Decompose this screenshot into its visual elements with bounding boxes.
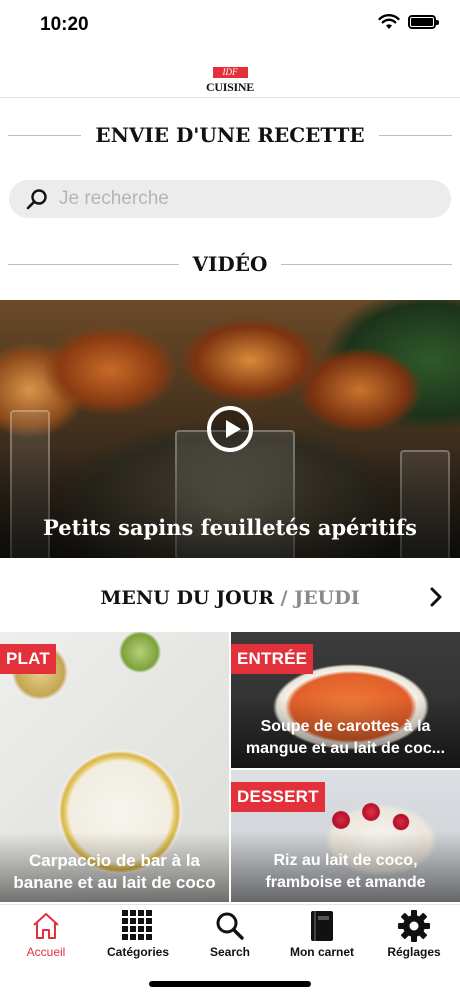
tab-categories[interactable]: Catégories bbox=[92, 909, 184, 965]
divider-line bbox=[8, 134, 82, 136]
menu-day: JEUDI bbox=[294, 587, 360, 609]
recipe-section-heading: ENVIE D'UNE RECETTE bbox=[0, 120, 460, 150]
tab-label: Catégories bbox=[106, 945, 170, 959]
video-shade bbox=[0, 448, 460, 558]
tab-label: Accueil bbox=[26, 945, 66, 959]
video-section-heading: VIDÉO bbox=[0, 249, 460, 279]
video-title[interactable]: Petits sapins feuilletés apéritifs bbox=[0, 515, 460, 540]
menu-separator: / bbox=[274, 587, 295, 609]
tab-label: Réglages bbox=[387, 945, 441, 959]
tab-label: Search bbox=[209, 945, 251, 959]
menu-card-plat[interactable]: PLAT Carpaccio de bar à la banane et au … bbox=[0, 632, 229, 902]
divider-line bbox=[281, 263, 453, 265]
tab-search[interactable]: Search bbox=[184, 909, 276, 965]
app-header: IDF CUISINE bbox=[0, 50, 460, 98]
tab-mon-carnet[interactable]: Mon carnet bbox=[276, 909, 368, 965]
gear-icon bbox=[398, 910, 430, 942]
search-input[interactable] bbox=[59, 188, 419, 210]
tab-reglages[interactable]: Réglages bbox=[368, 909, 460, 965]
card-title: Carpaccio de bar à la banane et au lait … bbox=[13, 851, 216, 892]
search-bar[interactable] bbox=[9, 180, 451, 218]
menu-card-entree[interactable]: ENTRÉE Soupe de carottes à la mangue et … bbox=[231, 632, 460, 768]
logo-top-text: IDF bbox=[212, 67, 248, 78]
menu-section-title: MENU DU JOUR bbox=[100, 587, 275, 609]
card-title: Riz au lait de coco, framboise et amande bbox=[265, 852, 426, 891]
tab-accueil[interactable]: Accueil bbox=[0, 909, 92, 965]
card-badge: DESSERT bbox=[231, 782, 325, 812]
card-badge: ENTRÉE bbox=[231, 644, 314, 674]
tab-label: Mon carnet bbox=[289, 945, 354, 959]
divider-line bbox=[378, 134, 453, 136]
video-section-title: VIDÉO bbox=[192, 252, 268, 276]
status-bar: 10:20 bbox=[0, 0, 460, 50]
chevron-right-icon[interactable] bbox=[424, 585, 448, 609]
wifi-icon bbox=[378, 14, 400, 29]
battery-icon bbox=[408, 15, 439, 29]
recipe-section-title: ENVIE D'UNE RECETTE bbox=[95, 123, 365, 147]
status-icons bbox=[378, 14, 439, 30]
status-time: 10:20 bbox=[40, 14, 89, 35]
menu-card-dessert[interactable]: DESSERT Riz au lait de coco, framboise e… bbox=[231, 770, 460, 902]
notebook-icon bbox=[311, 911, 333, 941]
card-title: Soupe de carottes à la mangue et au lait… bbox=[245, 718, 446, 757]
search-icon bbox=[26, 189, 47, 210]
logo-bottom-text: CUISINE bbox=[206, 80, 254, 94]
play-button[interactable] bbox=[207, 406, 253, 452]
grid-icon bbox=[122, 910, 152, 940]
home-icon bbox=[33, 913, 59, 939]
home-indicator[interactable] bbox=[149, 981, 311, 987]
menu-section-heading: MENU DU JOUR / JEUDI bbox=[0, 583, 460, 613]
divider-line bbox=[8, 263, 179, 265]
card-badge: PLAT bbox=[0, 644, 56, 674]
idf-cuisine-logo[interactable]: IDF CUISINE bbox=[205, 62, 255, 94]
search-icon bbox=[216, 912, 244, 940]
